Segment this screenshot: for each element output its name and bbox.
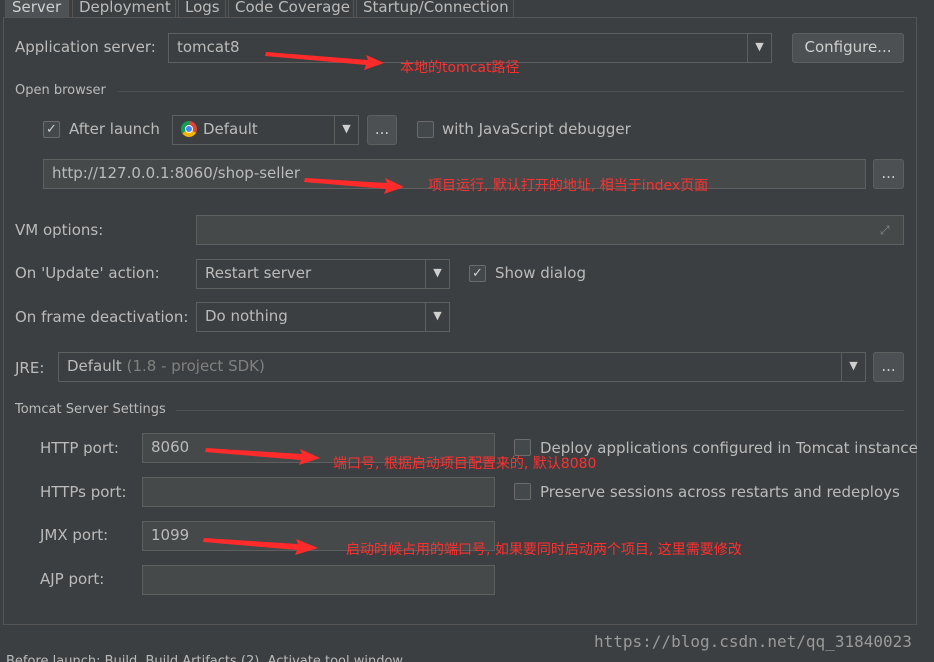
- annotation-jmx-port: 启动时候占用的端口号, 如果要同时启动两个项目, 这里需要修改: [346, 542, 742, 558]
- annotation-arrow-http: [205, 448, 320, 465]
- watermark: https://blog.csdn.net/qq_31840023: [594, 632, 912, 651]
- annotation-arrow-url: [304, 178, 404, 194]
- before-launch-bar[interactable]: Before launch: Build, Build Artifacts (2…: [0, 652, 934, 662]
- annotation-arrow-jmx: [203, 538, 318, 555]
- annotation-arrow-tomcat: [265, 52, 384, 70]
- annotation-http-port: 端口号, 根据启动项目配置来的, 默认8080: [333, 456, 597, 472]
- annotation-url: 项目运行, 默认打开的地址, 相当于index页面: [428, 178, 709, 194]
- before-launch-label: Before launch: Build, Build Artifacts (2…: [6, 654, 404, 662]
- annotation-arrows: [203, 52, 404, 555]
- annotation-tomcat-path: 本地的tomcat路径: [400, 60, 520, 76]
